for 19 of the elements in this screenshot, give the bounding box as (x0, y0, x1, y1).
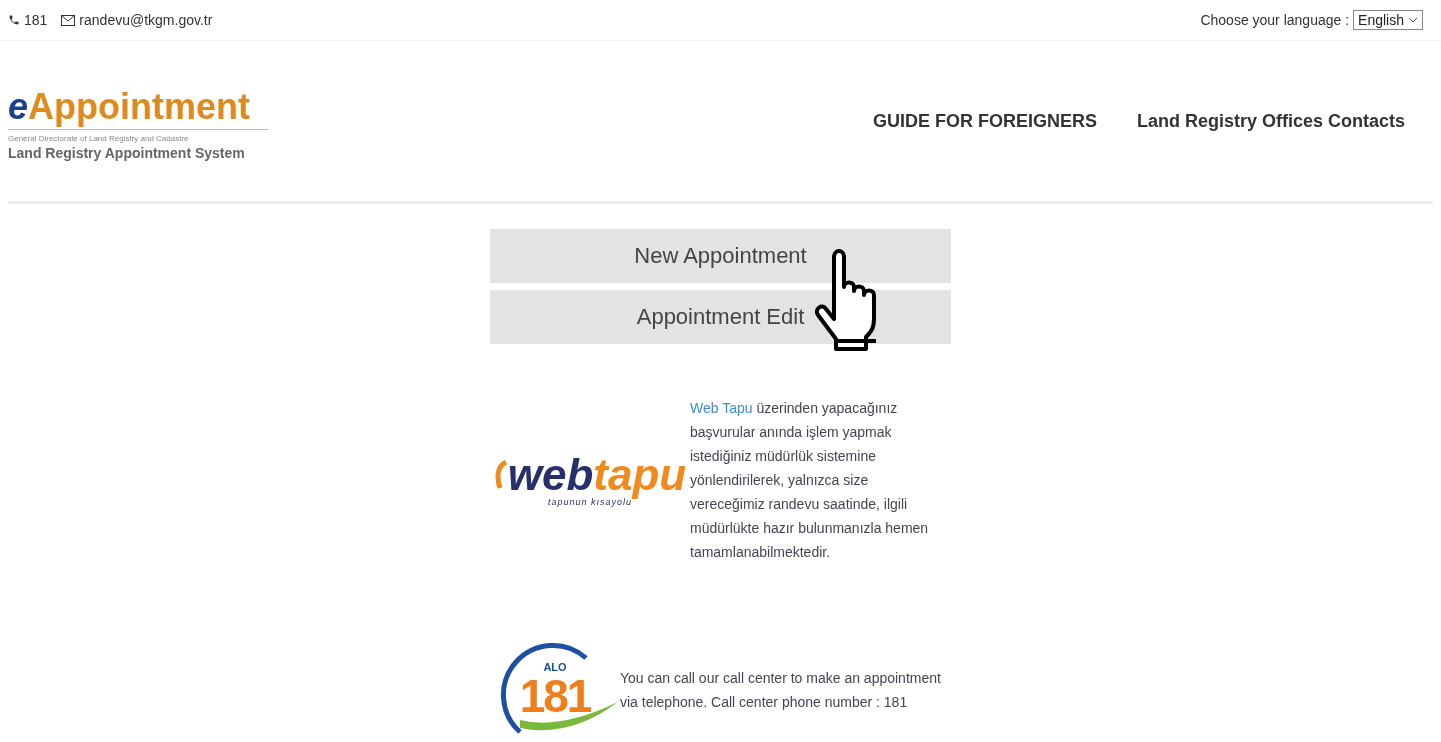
logo-subtitle: General Directorate of Land Registry and Cadastre (8, 134, 190, 143)
email-link[interactable]: randevu@tkgm.gov.tr (61, 12, 213, 28)
web-tapu-link[interactable]: Web Tapu (690, 400, 753, 416)
language-label: Choose your language : (1200, 12, 1350, 28)
envelope-icon (61, 14, 76, 26)
appointment-button[interactable]: New Appointment (490, 229, 951, 283)
alo-181-logo: ALO 181 (490, 640, 620, 740)
webtapu-description: Web Tapu üzerinden yapacağınız başvurular anında işlem yapmak istediğiniz müdürlük sistemine yönlendirilerek, yalnızca size vereceğimiz randevu saatinde, ilgili müdürlükte hazır bulunmanızla hemen tamamlanabilmektedir. (690, 399, 930, 562)
call-center-description: You can call our call center to make an appointment via telephone. Call center phone number : 181 (620, 669, 942, 712)
webtapu-logo: webtapu (493, 453, 687, 497)
logo-title: eAppointment (8, 87, 268, 130)
appointment-button[interactable]: Appointment Edit (490, 290, 951, 344)
nav-link[interactable]: GUIDE FOR FOREIGNERS (872, 110, 1097, 132)
chevron-down-icon (1408, 17, 1418, 23)
system-name: Land Registry Appointment System (8, 145, 246, 161)
phone-number: 181 (8, 12, 48, 28)
phone-icon (8, 14, 20, 26)
nav-link[interactable]: Land Registry Offices Contacts (1136, 110, 1405, 132)
language-select[interactable]: English (1353, 10, 1423, 30)
